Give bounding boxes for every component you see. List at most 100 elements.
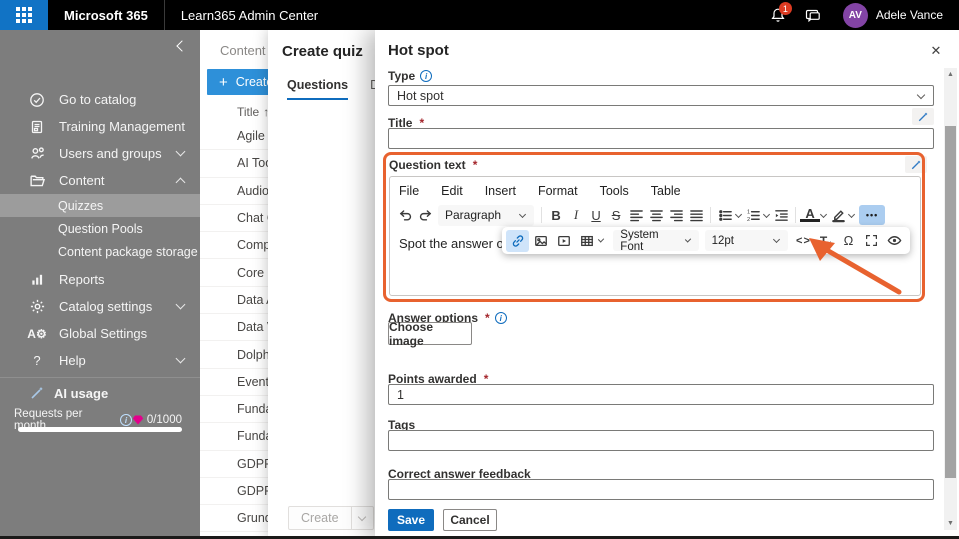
subitem-label: Quizzes <box>58 198 104 213</box>
menu-tools[interactable]: Tools <box>600 184 629 198</box>
sidebar-item-reports[interactable]: Reports <box>0 266 200 293</box>
align-right-icon[interactable] <box>666 205 686 225</box>
gem-icon <box>132 415 144 425</box>
align-center-icon[interactable] <box>646 205 666 225</box>
chevron-down-icon <box>684 236 691 243</box>
justify-icon[interactable] <box>686 205 706 225</box>
font-family-value: System Font <box>620 228 659 253</box>
notifications-bell-icon[interactable]: 1 <box>761 0 795 30</box>
bullet-list-icon[interactable] <box>715 205 735 225</box>
choose-image-button[interactable]: Choose image <box>388 320 472 348</box>
undo-icon[interactable] <box>395 205 415 225</box>
tab-questions[interactable]: Questions <box>287 78 349 100</box>
sidebar-item-content[interactable]: Content <box>0 167 200 194</box>
app-launcher-waffle-icon[interactable] <box>0 0 48 30</box>
source-code-icon[interactable]: < > <box>791 230 814 252</box>
scroll-down-icon[interactable]: ▼ <box>944 517 957 530</box>
sidebar-subitem-content-package-storage[interactable]: Content package storage <box>0 240 200 263</box>
title-input[interactable] <box>388 128 934 149</box>
avatar[interactable]: AV <box>842 2 868 28</box>
italic-button[interactable]: I <box>566 205 586 225</box>
ai-generate-question-button[interactable] <box>905 156 927 173</box>
feedback-chat-icon[interactable] <box>795 0 829 30</box>
type-label: Type <box>388 69 416 83</box>
create-dropdown-chevron-icon[interactable] <box>350 507 373 529</box>
type-value: Hot spot <box>397 88 444 103</box>
cancel-button[interactable]: Cancel <box>443 509 497 531</box>
sidebar-item-users-and-groups[interactable]: Users and groups <box>0 140 200 167</box>
bar-chart-icon <box>28 271 46 289</box>
chevron-down-icon[interactable] <box>848 210 856 218</box>
sidebar-item-go-to-catalog[interactable]: Go to catalog <box>0 86 200 113</box>
highlight-color-icon[interactable] <box>828 205 848 225</box>
bold-button[interactable]: B <box>546 205 566 225</box>
chevron-down-icon[interactable] <box>763 210 771 218</box>
editor-menubar: File Edit Insert Format Tools Table <box>390 177 920 202</box>
brand-microsoft-365[interactable]: Microsoft 365 <box>64 8 148 23</box>
dialog-scrollbar[interactable]: ▲ ▼ <box>944 68 957 530</box>
people-icon <box>28 145 46 163</box>
insert-table-icon[interactable] <box>575 230 598 252</box>
scroll-up-icon[interactable]: ▲ <box>944 68 957 81</box>
menu-table[interactable]: Table <box>651 184 681 198</box>
tags-input[interactable] <box>388 430 934 451</box>
info-icon[interactable]: i <box>120 414 132 426</box>
chevron-down-icon[interactable] <box>735 210 743 218</box>
chevron-down-icon <box>175 146 186 157</box>
feedback-input[interactable] <box>388 479 934 500</box>
ai-generate-title-button[interactable] <box>912 108 934 125</box>
collapse-sidebar-chevron-icon[interactable] <box>172 38 188 54</box>
preview-eye-icon[interactable] <box>883 230 906 252</box>
font-family-select[interactable]: System Font <box>613 228 699 253</box>
paragraph-style-select[interactable]: Paragraph <box>438 204 535 226</box>
indent-icon[interactable] <box>771 205 791 225</box>
info-icon[interactable]: i <box>494 312 507 324</box>
menu-edit[interactable]: Edit <box>441 184 463 198</box>
type-select[interactable]: Hot spot <box>388 85 934 106</box>
clear-format-t: T <box>819 233 828 248</box>
magic-wand-icon <box>911 160 921 169</box>
save-button[interactable]: Save <box>388 509 434 531</box>
sidebar-item-ai-usage[interactable]: AI usage <box>0 382 200 404</box>
breadcrumb-content[interactable]: Content <box>220 43 266 58</box>
more-toolbar-options-button[interactable]: ••• <box>859 205 886 225</box>
sidebar-subitem-quizzes[interactable]: Quizzes <box>0 194 200 217</box>
align-left-icon[interactable] <box>626 205 646 225</box>
clear-formatting-icon[interactable]: Tx <box>814 230 837 252</box>
underline-button[interactable]: U <box>586 205 606 225</box>
chevron-down-icon[interactable] <box>820 210 828 218</box>
insert-link-icon[interactable] <box>506 229 529 252</box>
special-character-icon[interactable]: Ω <box>837 230 860 252</box>
create-split-button[interactable]: Create <box>288 506 374 530</box>
points-awarded-input[interactable] <box>388 384 934 405</box>
menu-file[interactable]: File <box>399 184 419 198</box>
scrollbar-thumb[interactable] <box>945 126 956 478</box>
gear-icon <box>28 298 46 316</box>
numbered-list-icon[interactable]: 12 <box>743 205 763 225</box>
info-icon[interactable]: i <box>420 70 433 82</box>
sidebar-item-training-management[interactable]: Training Management <box>0 113 200 140</box>
chevron-down-icon[interactable] <box>597 236 605 243</box>
strikethrough-button[interactable]: S <box>606 205 626 225</box>
chevron-down-icon <box>519 210 527 218</box>
font-size-select[interactable]: 12pt <box>704 230 788 251</box>
menu-format[interactable]: Format <box>538 184 578 198</box>
sidebar-item-label: Content <box>59 173 105 188</box>
redo-icon[interactable] <box>415 205 435 225</box>
left-sidebar: Go to catalog Training Management Users … <box>0 30 200 539</box>
sidebar-item-label: Help <box>59 353 86 368</box>
insert-image-icon[interactable] <box>529 230 552 252</box>
font-color-button[interactable]: A <box>800 207 821 222</box>
ai-usage-progress-bar <box>18 427 182 432</box>
fullscreen-icon[interactable] <box>860 230 883 252</box>
sidebar-item-global-settings[interactable]: A⚙ Global Settings <box>0 320 200 347</box>
sidebar-item-catalog-settings[interactable]: Catalog settings <box>0 293 200 320</box>
sidebar-item-help[interactable]: ? Help <box>0 347 200 374</box>
sidebar-item-label: Reports <box>59 272 105 287</box>
close-icon[interactable]: ✕ <box>926 41 946 61</box>
required-asterisk: * <box>485 311 490 325</box>
sidebar-subitem-question-pools[interactable]: Question Pools <box>0 217 200 240</box>
menu-insert[interactable]: Insert <box>485 184 516 198</box>
column-header-title[interactable]: Title ↑ <box>237 105 269 119</box>
insert-media-icon[interactable] <box>552 230 575 252</box>
